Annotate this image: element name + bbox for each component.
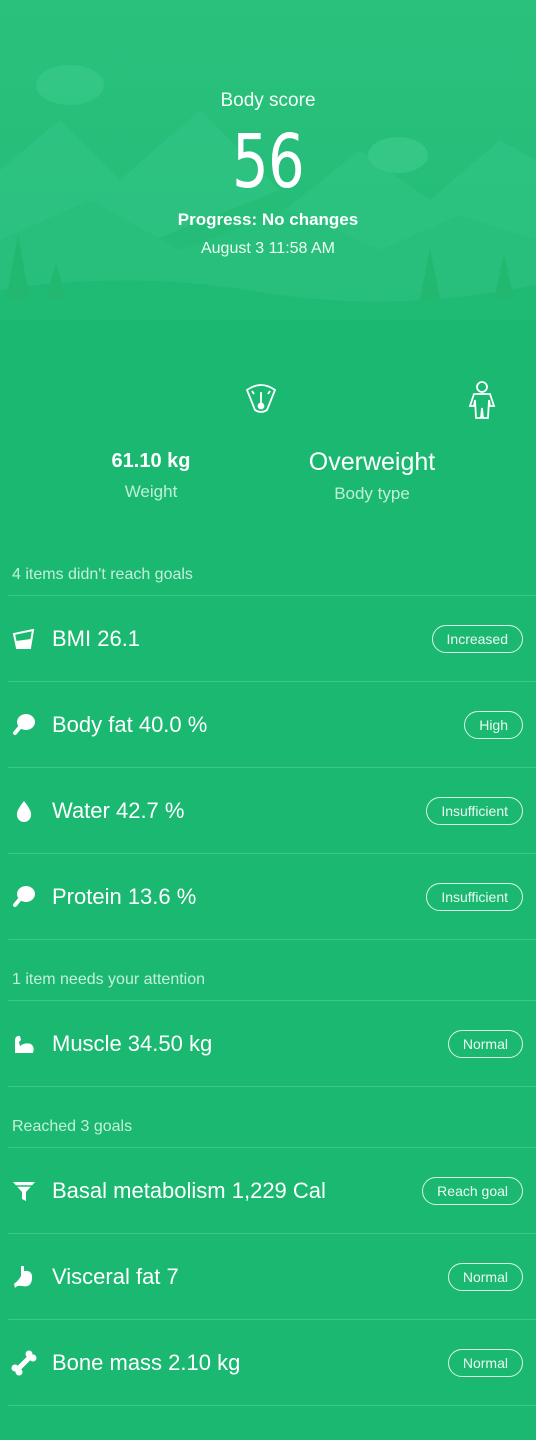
water-status-badge: Insufficient bbox=[426, 797, 523, 825]
section-title-not-reached: 4 items didn't reach goals bbox=[12, 566, 193, 583]
list-item-basal-metabolism[interactable]: Basal metabolism 1,229 Cal Reach goal bbox=[8, 1148, 536, 1234]
section-title-reached: Reached 3 goals bbox=[12, 1118, 133, 1135]
water-label: Water 42.7 % bbox=[52, 798, 185, 823]
header-banner: Body score 56 Progress: No changes Augus… bbox=[0, 0, 536, 320]
list-item-bmi[interactable]: BMI 26.1 Increased bbox=[8, 596, 536, 682]
bmi-icon bbox=[12, 628, 35, 649]
summary-stats: 61.10 kg Weight Overweight Body type bbox=[0, 320, 536, 555]
muscle-label: Muscle 34.50 kg bbox=[52, 1031, 213, 1056]
list-item-body-fat[interactable]: Body fat 40.0 % High bbox=[8, 682, 536, 768]
list-item-protein[interactable]: Protein 13.6 % Insufficient bbox=[8, 854, 536, 940]
score-label: Body score bbox=[220, 90, 316, 111]
scale-icon bbox=[245, 384, 277, 413]
goals-reached-list: Basal metabolism 1,229 Cal Reach goal Vi… bbox=[8, 1147, 536, 1406]
section-title-attention: 1 item needs your attention bbox=[12, 971, 206, 988]
bmi-status-badge: Increased bbox=[431, 625, 523, 653]
list-item-bone-mass[interactable]: Bone mass 2.10 kg Normal bbox=[8, 1320, 536, 1406]
body-score-value: 56 bbox=[232, 119, 305, 205]
visceral-fat-label: Visceral fat 7 bbox=[52, 1264, 179, 1289]
body-fat-status-badge: High bbox=[464, 711, 523, 739]
muscle-status-badge: Normal bbox=[447, 1030, 523, 1058]
bone-mass-status-badge: Normal bbox=[447, 1349, 523, 1377]
list-item-water[interactable]: Water 42.7 % Insufficient bbox=[8, 768, 536, 854]
bone-icon bbox=[11, 1350, 37, 1376]
progress-status: Progress: No changes bbox=[177, 210, 359, 229]
needs-attention-list: Muscle 34.50 kg Normal bbox=[8, 1000, 536, 1087]
muscle-icon bbox=[15, 1035, 34, 1053]
measurement-date: August 3 11:58 AM bbox=[200, 240, 335, 257]
body-fat-label: Body fat 40.0 % bbox=[52, 712, 208, 737]
water-drop-icon bbox=[16, 801, 32, 822]
bmi-label: BMI 26.1 bbox=[52, 626, 141, 651]
basal-metabolism-label: Basal metabolism 1,229 Cal bbox=[52, 1178, 326, 1203]
stomach-icon bbox=[14, 1266, 33, 1288]
protein-status-badge: Insufficient bbox=[426, 883, 523, 911]
body-type-value: Overweight bbox=[308, 448, 436, 476]
drumstick-icon bbox=[13, 714, 35, 735]
protein-label: Protein 13.6 % bbox=[52, 884, 197, 909]
person-icon bbox=[468, 381, 496, 419]
list-item-visceral-fat[interactable]: Visceral fat 7 Normal bbox=[8, 1234, 536, 1320]
weight-label: Weight bbox=[124, 482, 178, 501]
weight-value: 61.10 kg bbox=[111, 450, 191, 472]
basal-metabolism-status-badge: Reach goal bbox=[422, 1177, 523, 1205]
visceral-fat-status-badge: Normal bbox=[447, 1263, 523, 1291]
funnel-icon bbox=[13, 1182, 35, 1201]
bone-mass-label: Bone mass 2.10 kg bbox=[52, 1350, 241, 1375]
drumstick-icon bbox=[13, 886, 35, 907]
list-item-muscle[interactable]: Muscle 34.50 kg Normal bbox=[8, 1001, 536, 1087]
body-type-label: Body type bbox=[334, 484, 410, 503]
goals-not-reached-list: BMI 26.1 Increased Body fat 40.0 % High … bbox=[8, 595, 536, 940]
